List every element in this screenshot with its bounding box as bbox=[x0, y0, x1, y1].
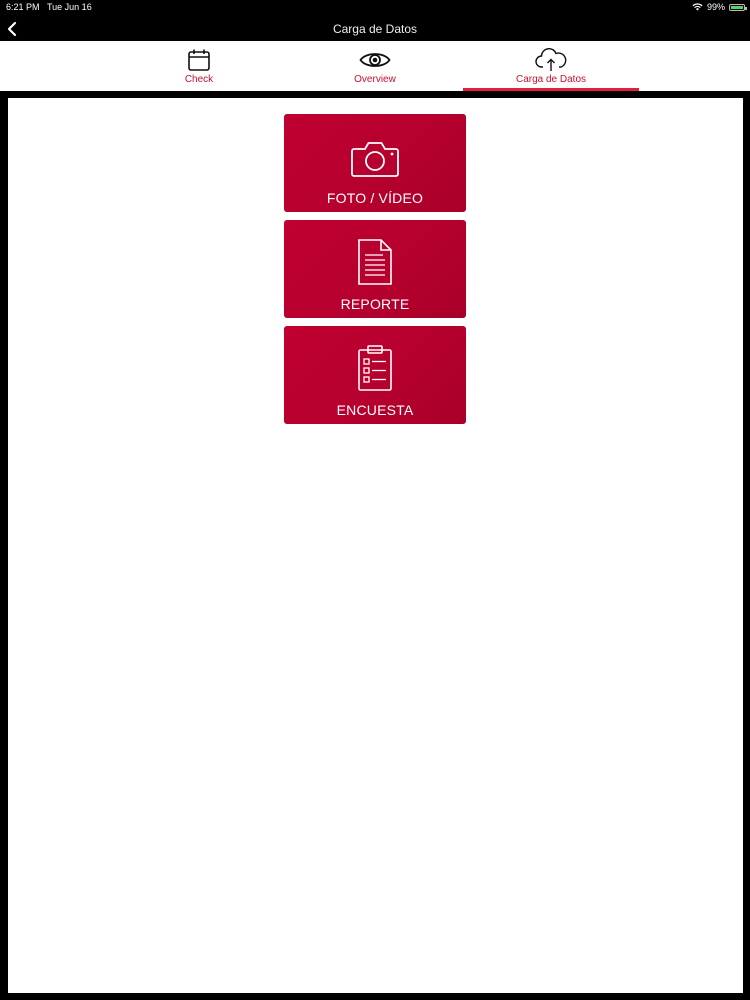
tab-overview-label: Overview bbox=[354, 74, 396, 85]
document-icon bbox=[357, 234, 393, 290]
tab-check[interactable]: Check bbox=[111, 41, 287, 91]
camera-icon bbox=[351, 134, 399, 184]
tab-overview[interactable]: Overview bbox=[287, 41, 463, 91]
eye-icon bbox=[359, 48, 391, 72]
battery-icon bbox=[729, 3, 747, 11]
page-title: Carga de Datos bbox=[332, 22, 418, 36]
navigation-bar: Carga de Datos bbox=[0, 16, 750, 41]
status-date: Tue Jun 16 bbox=[47, 2, 92, 12]
foto-video-label: FOTO / VÍDEO bbox=[326, 190, 424, 206]
main-content: FOTO / VÍDEO REPORTE ENCUESTA bbox=[8, 98, 743, 993]
cloud-upload-icon bbox=[535, 48, 567, 72]
tab-check-label: Check bbox=[184, 74, 214, 85]
status-indicators: 99% bbox=[692, 2, 747, 12]
calendar-icon bbox=[187, 48, 211, 72]
status-time: 6:21 PM bbox=[6, 2, 40, 12]
reporte-button[interactable]: REPORTE bbox=[284, 220, 466, 318]
clipboard-checklist-icon bbox=[357, 340, 393, 396]
wifi-icon bbox=[692, 3, 703, 11]
battery-percent: 99% bbox=[706, 2, 725, 12]
encuesta-button[interactable]: ENCUESTA bbox=[284, 326, 466, 424]
tab-carga-de-datos[interactable]: Carga de Datos bbox=[463, 41, 639, 91]
status-bar: 6:21 PM Tue Jun 16 99% bbox=[0, 0, 750, 16]
reporte-label: REPORTE bbox=[340, 296, 410, 312]
tab-bar: Check Overview Carga de Datos bbox=[0, 41, 750, 91]
foto-video-button[interactable]: FOTO / VÍDEO bbox=[284, 114, 466, 212]
tab-carga-de-datos-label: Carga de Datos bbox=[515, 74, 587, 85]
encuesta-label: ENCUESTA bbox=[336, 402, 414, 418]
